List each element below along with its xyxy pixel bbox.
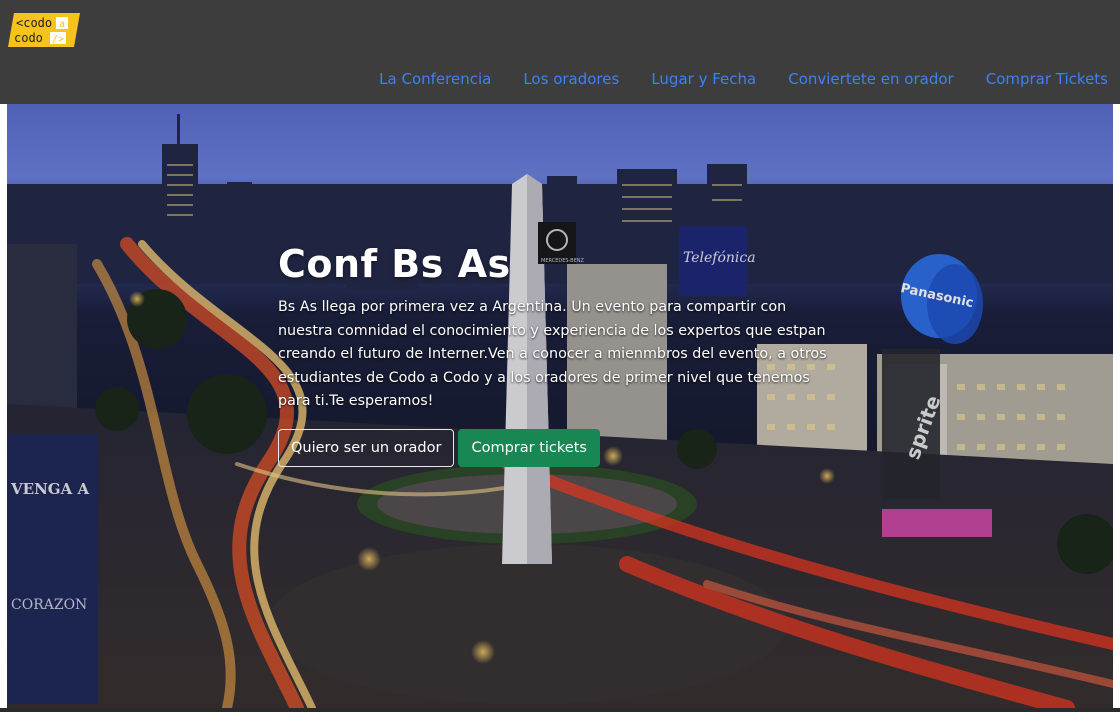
nav-link-oradores[interactable]: Los oradores — [523, 70, 619, 88]
page-margin-left — [0, 104, 7, 712]
nav-link-comprar-tickets[interactable]: Comprar Tickets — [986, 70, 1108, 88]
hero-buttons: Quiero ser un orador Comprar tickets — [278, 428, 838, 467]
buy-tickets-button[interactable]: Comprar tickets — [458, 428, 600, 467]
hero-content: Conf Bs As Bs As llega por primera vez a… — [278, 242, 838, 467]
nav-link-convertirse-orador[interactable]: Conviertete en orador — [788, 70, 954, 88]
main-nav: La Conferencia Los oradores Lugar y Fech… — [379, 70, 1108, 88]
svg-text:<codo: <codo — [16, 16, 52, 30]
page-margin-right — [1113, 104, 1120, 712]
hero-title: Conf Bs As — [278, 242, 511, 286]
nav-link-lugar-fecha[interactable]: Lugar y Fecha — [651, 70, 756, 88]
navbar: <codo a codo /> La Conferencia Los orado… — [0, 0, 1120, 104]
page-bottom-edge — [0, 708, 1120, 712]
hero-section: MERCEDES-BENZ Telefónica Panasonic sprit… — [7, 104, 1113, 708]
become-speaker-button[interactable]: Quiero ser un orador — [278, 428, 455, 467]
svg-text:codo: codo — [14, 31, 43, 45]
svg-text:a: a — [59, 19, 65, 30]
codo-a-codo-logo[interactable]: <codo a codo /> — [8, 13, 80, 47]
svg-text:/>: /> — [52, 34, 64, 45]
nav-link-conferencia[interactable]: La Conferencia — [379, 70, 491, 88]
hero-description: Bs As llega por primera vez a Argentina.… — [278, 299, 827, 409]
